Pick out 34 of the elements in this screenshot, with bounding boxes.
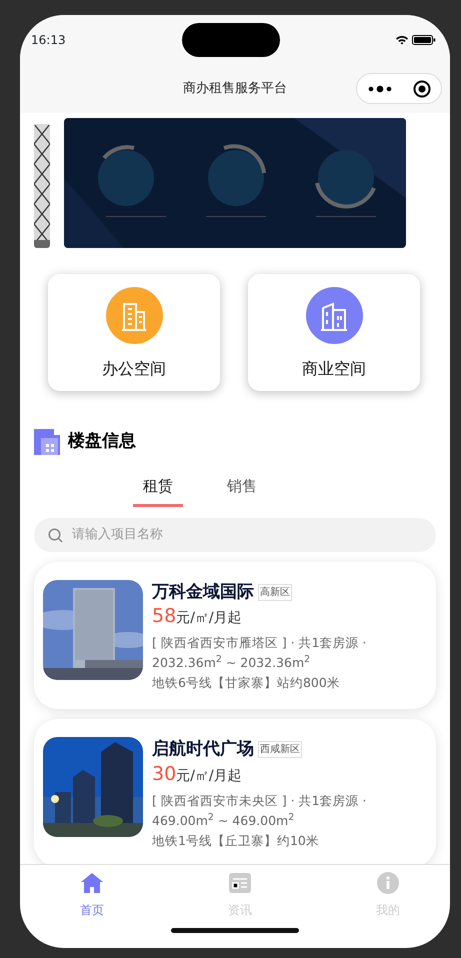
- listing-card[interactable]: 启航时代广场 西咸新区 30元/㎡/月起 [ 陕西省西安市未央区 ] · 共1套房源 · 469.00m$^{2}$ ~ 469.00m$^{2}$ 地铁1号线【丘卫寨】约10米: [34, 719, 436, 864]
- price-unit: 元/㎡/月起: [176, 609, 242, 628]
- building-icon: [34, 429, 60, 455]
- transit-text: 地铁1号线【丘卫寨】约10米: [152, 832, 320, 850]
- status-time: 16:13: [31, 32, 66, 49]
- listing-name: 启航时代广场: [152, 738, 254, 761]
- info-icon: [376, 871, 400, 895]
- home-icon: [80, 871, 104, 895]
- price: 58: [152, 605, 176, 628]
- tab-bar-item[interactable]: 首页: [68, 871, 116, 926]
- news-icon: [228, 871, 252, 895]
- price-unit: 元/㎡/月起: [176, 766, 242, 786]
- listing-card[interactable]: 万科金域国际 高新区 58元/㎡/月起 [ 陕西省西安市雁塔区 ] · 共1套房源 · 2032.36m$^{2}$ ~ 2032.36m$^{2}$ 地铁6号线【甘家寨】站约800米: [34, 562, 436, 709]
- capsule-menu[interactable]: [356, 73, 442, 104]
- more-icon[interactable]: [368, 84, 392, 92]
- location-text: [ 陕西省西安市雁塔区 ] · 共1套房源 ·: [152, 634, 367, 652]
- tab[interactable]: 租赁: [133, 475, 183, 506]
- location-text: [ 陕西省西安市未央区 ] · 共1套房源 ·: [152, 792, 367, 810]
- district-tag: 高新区: [258, 584, 292, 601]
- listing-name: 万科金域国际: [152, 580, 254, 604]
- area-range: 2032.36m$^{2}$ ~ 2032.36m$^{2}$: [152, 653, 312, 672]
- transit-text: 地铁6号线【甘家寨】站约800米: [152, 674, 341, 692]
- district-tag: 西咸新区: [258, 741, 302, 758]
- area-range: 469.00m$^{2}$ ~ 469.00m$^{2}$: [152, 810, 296, 830]
- section-title: 楼盘信息: [68, 430, 136, 454]
- category-card[interactable]: 办公空间: [48, 274, 220, 391]
- category-card[interactable]: 商业空间: [248, 274, 420, 391]
- search-field[interactable]: 请输入项目名称: [34, 518, 436, 552]
- page-title: 商办租售服务平台: [183, 80, 287, 98]
- wifi-icon: [396, 35, 408, 45]
- price: 30: [152, 762, 176, 786]
- close-target-icon[interactable]: [412, 80, 430, 98]
- tab[interactable]: 销售: [217, 475, 267, 506]
- battery-icon: [412, 35, 436, 45]
